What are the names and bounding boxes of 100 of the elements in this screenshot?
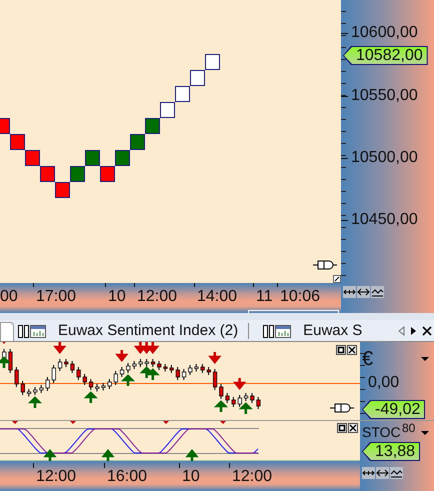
time-label: 10 [108, 288, 126, 306]
indicator-name[interactable]: STOC [362, 425, 401, 440]
sell-arrow-icon [210, 350, 220, 364]
time-label: 11 [256, 288, 273, 306]
candlestick [26, 388, 32, 397]
chart-tab[interactable]: Euwax S [244, 320, 368, 341]
time-label: 12:00 [137, 288, 178, 306]
time-label: 00 [0, 288, 18, 306]
close-icon[interactable] [347, 345, 357, 355]
value-tag: 13,88 [362, 442, 420, 461]
candlestick [163, 364, 168, 372]
renko-brick [175, 86, 190, 102]
candlestick [219, 384, 224, 400]
candlestick [46, 376, 50, 392]
candlestick [20, 380, 25, 396]
level-label: 80 [402, 422, 416, 435]
sell-arrow-icon [135, 342, 146, 354]
time-label: 17:00 [36, 288, 76, 306]
caret-icon[interactable] [421, 431, 429, 436]
renko-brick [55, 182, 70, 198]
sell-arrow-icon [116, 348, 128, 362]
fit-width-icon[interactable] [362, 467, 375, 479]
resize-corner-icon[interactable] [333, 275, 341, 283]
chart-tab[interactable]: Euwax Sentiment Index (2) [14, 320, 244, 341]
candlestick [76, 366, 81, 380]
sell-arrow-icon [141, 342, 152, 354]
candlestick [82, 374, 87, 386]
buy-arrow-icon [86, 391, 96, 404]
candlestick [120, 366, 124, 378]
double-arrow-icon[interactable] [376, 467, 389, 479]
connector-icon[interactable] [313, 260, 337, 270]
candlestick [70, 360, 75, 374]
time-label: 16:00 [107, 468, 148, 486]
wave-icon[interactable] [390, 467, 403, 479]
value-label: 0,00 [368, 374, 400, 392]
sell-arrow-icon [148, 342, 158, 354]
candlestick [58, 358, 62, 372]
caret-icon[interactable] [421, 357, 429, 362]
buy-arrow-icon [240, 402, 252, 416]
renko-brick [130, 134, 145, 150]
time-label: 12:00 [36, 468, 76, 486]
scrollbar-thumb[interactable] [248, 310, 339, 313]
renko-brick [25, 150, 40, 166]
close-icon[interactable] [422, 326, 432, 336]
candlestick [2, 348, 6, 362]
buy-arrow-icon [122, 374, 134, 388]
candlestick [88, 378, 94, 390]
fit-width-icon[interactable] [343, 286, 356, 298]
candlestick [14, 366, 19, 388]
time-label: 10:06 [280, 288, 320, 306]
candlestick [126, 362, 130, 374]
candlestick [132, 360, 137, 370]
buy-arrow-icon [141, 366, 152, 380]
double-arrow-icon[interactable] [357, 286, 370, 298]
candlestick [200, 364, 205, 374]
renko-brick [100, 166, 115, 182]
renko-brick [85, 150, 100, 166]
price-label: 10450,00 [351, 211, 418, 229]
time-label: 14:00 [197, 288, 238, 306]
maximize-icon[interactable] [336, 345, 346, 355]
price-label: 10500,00 [351, 149, 418, 167]
buy-arrow-icon [0, 356, 10, 370]
candlestick [238, 394, 242, 408]
candlestick [39, 384, 44, 394]
price-label: 10600,00 [351, 24, 418, 42]
candlestick [64, 358, 68, 368]
candlestick [250, 392, 254, 404]
price-tag: 10582,00 [343, 46, 428, 65]
chart-tab[interactable] [0, 322, 14, 341]
chart-window-icon [263, 324, 292, 338]
close-icon[interactable] [348, 423, 358, 433]
sell-arrow-icon [234, 376, 245, 390]
chart-window-icon [18, 324, 46, 338]
renko-brick [70, 166, 85, 182]
wave-icon[interactable] [371, 286, 384, 298]
candlestick [144, 358, 149, 367]
candlestick [244, 392, 248, 402]
renko-brick [160, 102, 175, 118]
candlestick [194, 364, 199, 372]
buy-arrow-icon [30, 396, 40, 410]
maximize-icon[interactable] [337, 423, 347, 433]
currency-label[interactable]: € [362, 348, 374, 370]
scroll-right-icon[interactable] [410, 326, 417, 336]
candlestick [114, 370, 118, 386]
candlestick [176, 366, 180, 380]
sell-arrow-icon [54, 342, 66, 354]
candlestick [8, 348, 13, 374]
buy-arrow-icon [216, 400, 226, 414]
scroll-left-icon[interactable] [398, 326, 405, 336]
candlestick [52, 364, 56, 384]
connector-icon[interactable] [330, 403, 354, 413]
buy-arrow-icon [148, 368, 158, 382]
candlestick [150, 358, 156, 368]
candlestick [212, 368, 218, 390]
candlestick [182, 368, 186, 380]
renko-brick [145, 118, 160, 134]
candlestick [225, 392, 230, 404]
time-label: 10 [182, 468, 200, 486]
price-label: 10550,00 [351, 87, 418, 105]
candlestick [206, 366, 211, 376]
